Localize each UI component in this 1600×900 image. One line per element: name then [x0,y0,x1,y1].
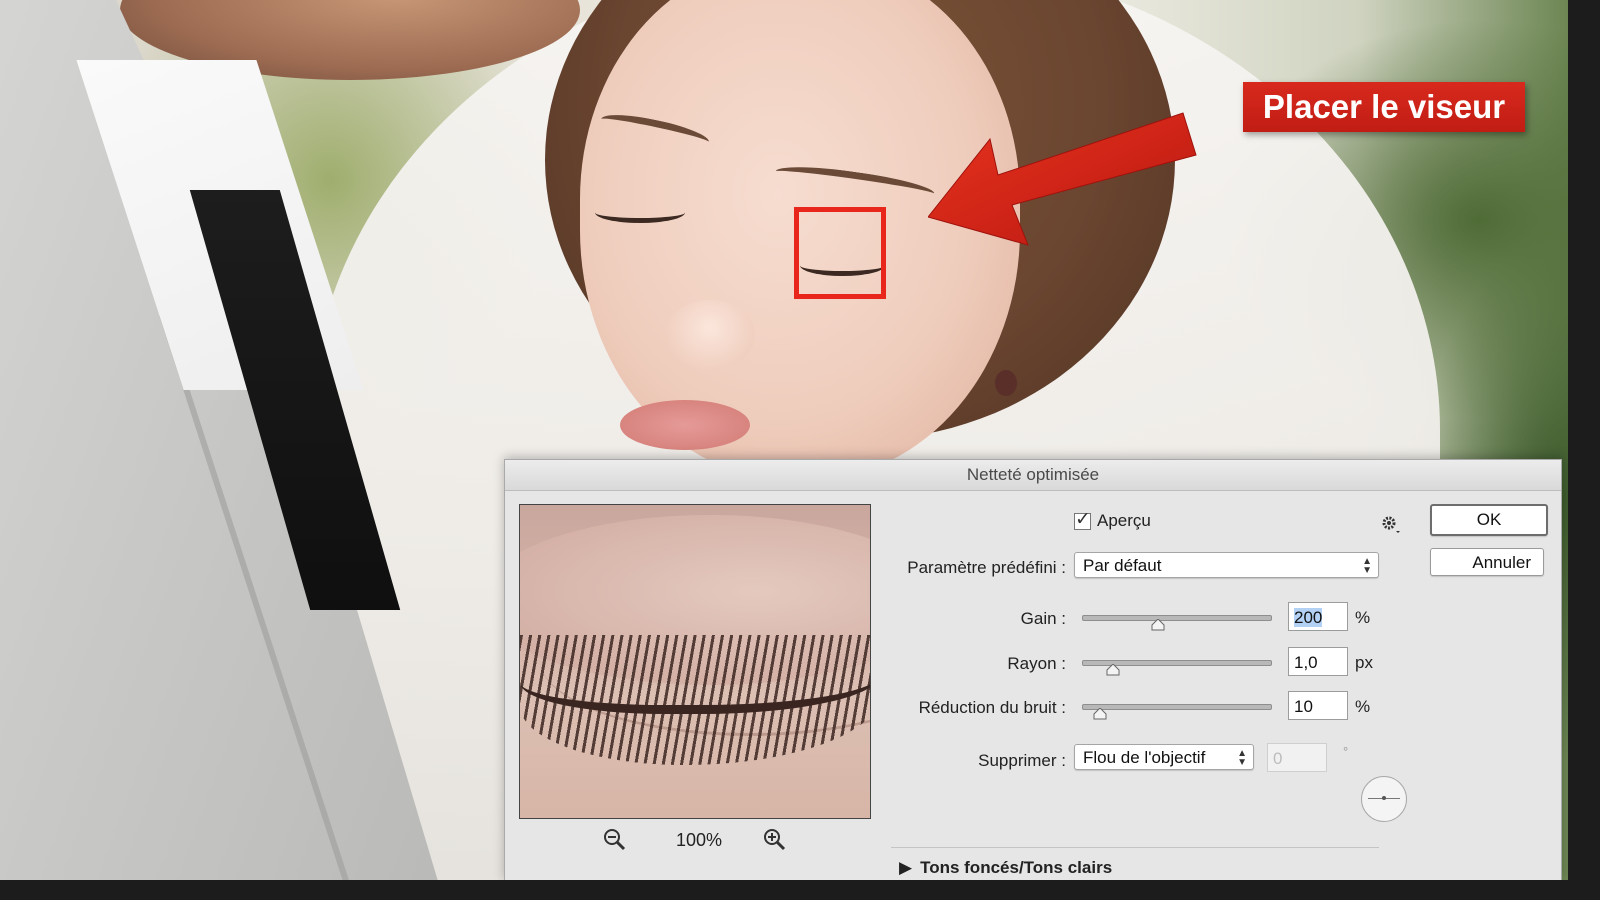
rayon-unit: px [1355,653,1373,672]
reduction-slider-thumb[interactable] [1093,708,1107,720]
preview-zoom-bar: 100% [519,826,871,856]
preset-label: Paramètre prédéfini : [907,558,1066,577]
bride-nose [665,300,755,370]
callout-label: Placer le viseur [1243,82,1525,132]
gain-slider[interactable] [1082,615,1272,631]
bottom-letterbox [0,880,1600,900]
checkbox-checked-icon[interactable] [1074,508,1091,531]
rayon-slider[interactable] [1082,660,1272,676]
supprimer-select[interactable]: Flou de l'objectif ▲ ▼ [1074,744,1254,770]
reduction-input[interactable]: 10 [1288,691,1348,720]
section-divider [891,847,1379,848]
reduction-value: 10 [1294,697,1313,716]
angle-dial [1361,776,1407,822]
zoom-level: 100% [675,830,723,850]
reduction-unit: % [1355,697,1371,716]
preview-lashline [520,635,870,714]
angle-input: 0 [1267,743,1327,772]
smart-sharpen-dialog: Netteté optimisée 100% Aperçu [504,459,1562,881]
zoom-out-icon[interactable] [601,826,629,854]
red-arrow-icon [928,112,1197,246]
bride-lips [620,400,750,450]
supprimer-value: Flou de l'objectif [1083,748,1206,767]
rayon-input[interactable]: 1,0 [1288,647,1348,676]
reduction-slider[interactable] [1082,704,1272,720]
tons-expander[interactable]: ▶ Tons foncés/Tons clairs [899,858,1112,878]
right-letterbox [1568,0,1600,900]
angle-unit: ° [1343,744,1349,759]
disclosure-triangle-icon[interactable]: ▶ [899,858,912,878]
rayon-slider-thumb[interactable] [1106,664,1120,676]
rayon-value: 1,0 [1294,653,1318,672]
angle-value: 0 [1273,749,1283,768]
gain-value: 200 [1294,608,1323,627]
left-eyelashes [595,202,685,223]
viewfinder-marker [794,207,886,299]
dialog-title: Netteté optimisée [505,460,1561,491]
supprimer-label: Supprimer : [978,751,1066,770]
gain-slider-thumb[interactable] [1151,619,1165,631]
apercu-label: Aperçu [1097,511,1151,530]
preset-select[interactable]: Par défaut ▲ ▼ [1074,552,1379,578]
cancel-button[interactable]: Annuler [1430,548,1544,576]
rayon-label: Rayon : [1007,654,1066,673]
select-arrows-icon: ▲ ▼ [1362,556,1372,576]
apercu-checkbox[interactable]: Aperçu [1074,508,1151,531]
earring [995,370,1017,396]
preview-pane[interactable] [519,504,871,819]
gain-input[interactable]: 200 [1288,602,1348,631]
gain-unit: % [1355,608,1371,627]
tons-label: Tons foncés/Tons clairs [920,858,1113,877]
zoom-in-icon[interactable] [761,826,789,854]
select-arrows-icon: ▲ ▼ [1237,748,1247,768]
gain-label: Gain : [1020,609,1066,628]
ok-button[interactable]: OK [1430,504,1548,536]
gear-icon[interactable] [1379,513,1401,535]
reduction-label: Réduction du bruit : [918,698,1066,717]
settings-panel: Aperçu Paramètre prédéfini : Par défaut … [891,500,1411,880]
preset-value: Par défaut [1083,556,1162,575]
